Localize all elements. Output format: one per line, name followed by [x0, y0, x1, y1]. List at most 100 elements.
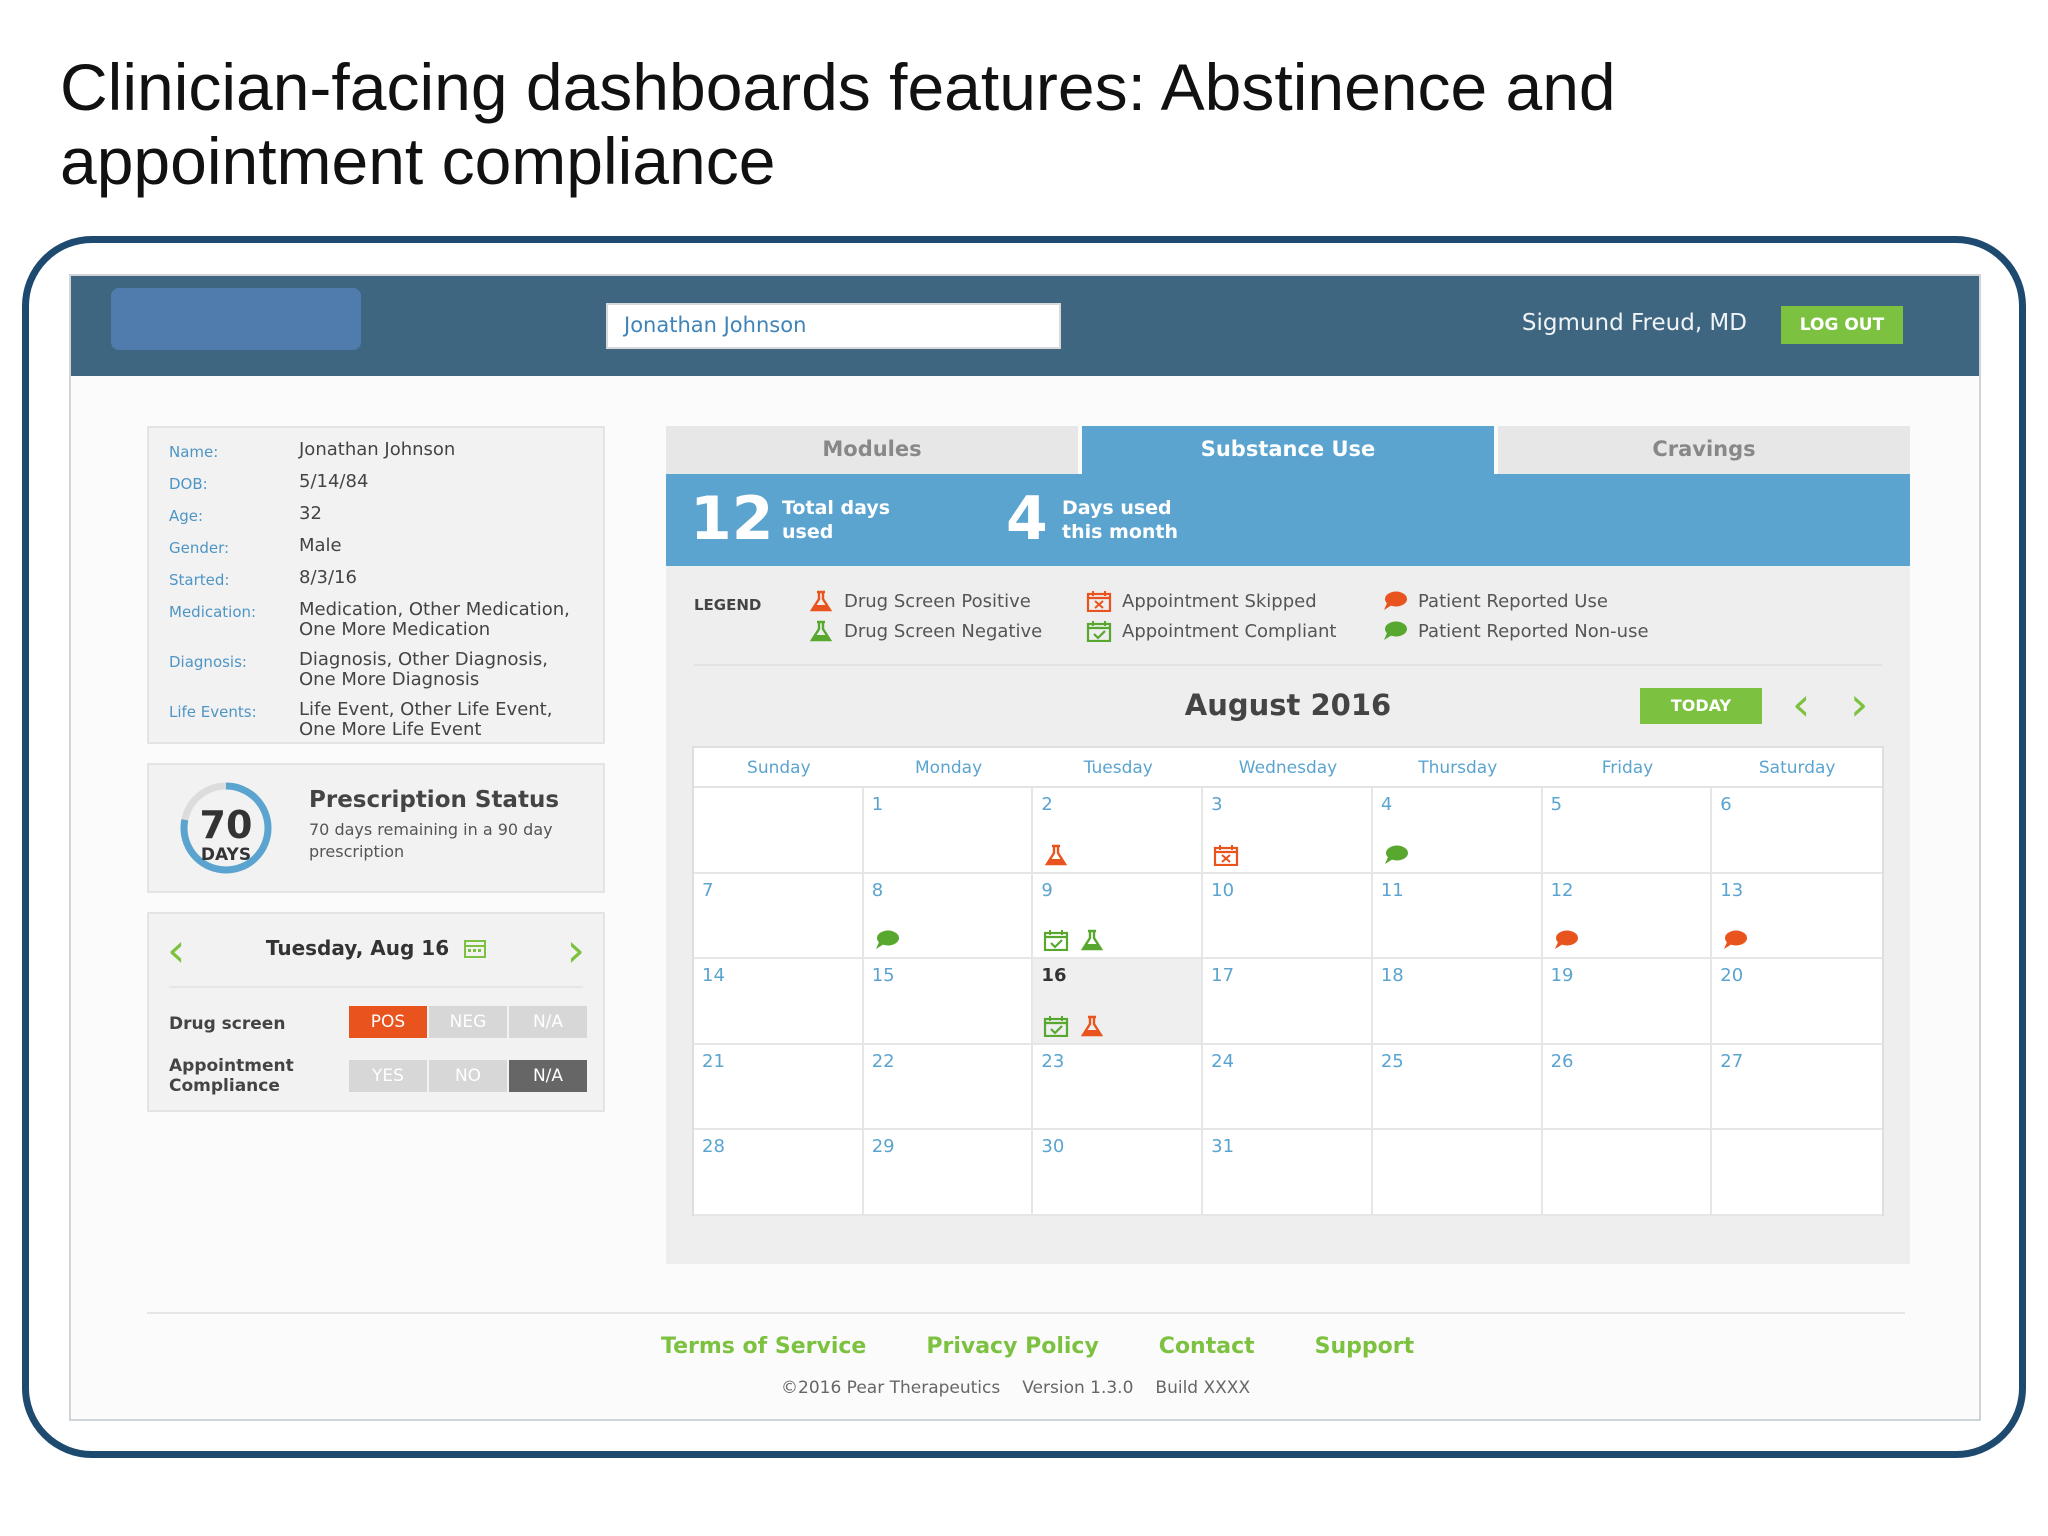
- calendar-day-number: 8: [871, 879, 884, 901]
- calendar-day-number: 24: [1211, 1050, 1235, 1072]
- next-month-chevron-icon[interactable]: ›: [1850, 678, 1868, 730]
- terms-link[interactable]: Terms of Service: [661, 1334, 866, 1359]
- calendar-day-4[interactable]: 4: [1372, 788, 1543, 874]
- month-days-label-line2: this month: [1062, 521, 1179, 543]
- legend-drug-positive-label: Drug Screen Positive: [844, 590, 1031, 612]
- life-events-label: Life Events:: [169, 703, 257, 721]
- calendar-day-25[interactable]: 25: [1372, 1044, 1543, 1131]
- calendar-day-26[interactable]: 26: [1542, 1044, 1713, 1131]
- calendar-day-number: 6: [1720, 794, 1732, 815]
- tab-substance-use[interactable]: Substance Use: [1082, 426, 1494, 474]
- day-event-icons: [1043, 929, 1105, 952]
- next-day-chevron-icon[interactable]: ›: [567, 924, 585, 976]
- calendar-day-11[interactable]: 11: [1372, 873, 1543, 960]
- calendar-day-3[interactable]: 3: [1203, 788, 1373, 874]
- logout-button[interactable]: LOG OUT: [1781, 306, 1903, 344]
- legend-reported-nonuse-label: Patient Reported Non-use: [1418, 620, 1649, 642]
- calendar-day-2[interactable]: 2: [1033, 788, 1204, 874]
- calendar-day-23[interactable]: 23: [1033, 1044, 1204, 1131]
- dashboard-app: Jonathan Johnson Sigmund Freud, MD LOG O…: [69, 274, 1981, 1421]
- support-link[interactable]: Support: [1315, 1334, 1414, 1359]
- drug-screen-na-button[interactable]: N/A: [509, 1006, 587, 1038]
- calendar-day-28[interactable]: 28: [694, 1130, 864, 1216]
- day-event-icons: [1043, 1015, 1105, 1037]
- drug-screen-pos-button[interactable]: POS: [349, 1006, 427, 1038]
- legend-reported-use-label: Patient Reported Use: [1418, 590, 1608, 612]
- total-days-label-line2: used: [782, 521, 834, 543]
- calendar-day-24[interactable]: 24: [1203, 1044, 1373, 1131]
- calendar-day-1[interactable]: 1: [863, 788, 1034, 874]
- slide-title: Clinician-facing dashboards features: Ab…: [60, 50, 1616, 198]
- calendar-day-14[interactable]: 14: [694, 959, 864, 1045]
- calendar-day-number: 30: [1041, 1136, 1065, 1158]
- version-text: Version 1.3.0: [1022, 1378, 1134, 1398]
- day-event-icons: [1722, 929, 1748, 951]
- calendar-day-number: 15: [871, 965, 895, 987]
- calendar-day-number: 21: [702, 1050, 725, 1072]
- footer-links: Terms of Service Privacy Policy Contact …: [661, 1334, 1414, 1359]
- calendar-day-8[interactable]: 8: [863, 873, 1034, 960]
- calendar-day-6[interactable]: 6: [1712, 788, 1882, 874]
- patient-search-input[interactable]: Jonathan Johnson: [606, 303, 1061, 349]
- calendar-day-number: 18: [1380, 965, 1404, 987]
- calendar-day-number: 23: [1041, 1050, 1065, 1072]
- legend-reported-nonuse: Patient Reported Non-use: [1382, 620, 1649, 642]
- top-bar: Jonathan Johnson Sigmund Freud, MD LOG O…: [71, 276, 1979, 376]
- drug-screen-neg-button[interactable]: NEG: [429, 1006, 507, 1038]
- month-days-used-value: 4: [1006, 484, 1048, 554]
- calendar-day-29[interactable]: 29: [863, 1130, 1034, 1216]
- patient-info-card: Name: Jonathan Johnson DOB: 5/14/84 Age: 32…: [147, 426, 605, 744]
- patient-dob: 5/14/84: [299, 471, 369, 492]
- calendar-empty-cell: [1372, 1130, 1543, 1216]
- calendar-icon[interactable]: [464, 938, 487, 958]
- calendar-day-7[interactable]: 7: [694, 873, 864, 960]
- calendar-day-31[interactable]: 31: [1203, 1130, 1373, 1216]
- tab-modules[interactable]: Modules: [666, 426, 1078, 474]
- legend-appointment-compliant-label: Appointment Compliant: [1122, 620, 1337, 642]
- day-event-icons: [1383, 844, 1409, 866]
- bubble-green-icon: [1384, 845, 1408, 864]
- patient-started: 8/3/16: [299, 567, 357, 588]
- drug-screen-label: Drug screen: [169, 1014, 286, 1034]
- contact-link[interactable]: Contact: [1159, 1334, 1255, 1359]
- calendar-day-15[interactable]: 15: [863, 959, 1034, 1045]
- name-label: Name:: [169, 443, 219, 461]
- calendar-day-18[interactable]: 18: [1372, 959, 1543, 1045]
- day-event-icons: [1043, 844, 1069, 866]
- today-button[interactable]: TODAY: [1640, 688, 1762, 724]
- calendar-green-icon: [1044, 930, 1069, 952]
- calendar-day-number: 29: [871, 1136, 895, 1158]
- appointment-no-button[interactable]: NO: [429, 1060, 507, 1092]
- appointment-na-button[interactable]: N/A: [509, 1060, 587, 1092]
- weekday-tuesday: Tuesday: [1083, 758, 1153, 778]
- prescription-title: Prescription Status: [309, 787, 560, 813]
- prev-month-chevron-icon[interactable]: ‹: [1792, 678, 1810, 730]
- flask-green-icon: [809, 620, 833, 642]
- privacy-link[interactable]: Privacy Policy: [926, 1334, 1098, 1359]
- calendar-day-number: 9: [1041, 879, 1053, 901]
- appointment-yes-button[interactable]: YES: [349, 1060, 427, 1092]
- weekday-header: Sunday Monday Tuesday Wednesday Thursday…: [694, 748, 1882, 788]
- calendar-day-10[interactable]: 10: [1203, 873, 1373, 960]
- calendar-day-19[interactable]: 19: [1542, 959, 1713, 1045]
- tab-cravings[interactable]: Cravings: [1498, 426, 1910, 474]
- calendar-day-number: 1: [871, 794, 884, 815]
- calendar-grid: 1 2 3 4 5 6 7 8 9 10 11 12 13 14 15 16 17 18 19 20 21 22 23 24 2…: [694, 788, 1882, 1216]
- total-days-used-label: Total days used: [782, 496, 890, 544]
- calendar-day-13[interactable]: 13: [1712, 874, 1882, 960]
- calendar-day-16[interactable]: 16: [1033, 959, 1204, 1045]
- calendar-day-27[interactable]: 27: [1712, 1045, 1882, 1131]
- copyright-text: ©2016 Pear Therapeutics: [781, 1378, 1001, 1398]
- calendar-day-20[interactable]: 20: [1712, 959, 1882, 1045]
- calendar-day-12[interactable]: 12: [1542, 873, 1713, 960]
- calendar-day-number: 3: [1211, 794, 1223, 815]
- flask-red-icon: [1045, 844, 1068, 865]
- calendar-day-number: 2: [1041, 794, 1053, 815]
- calendar-day-17[interactable]: 17: [1203, 959, 1373, 1045]
- calendar-day-30[interactable]: 30: [1033, 1130, 1204, 1216]
- calendar-day-22[interactable]: 22: [863, 1044, 1034, 1131]
- started-label: Started:: [169, 571, 230, 589]
- calendar-day-21[interactable]: 21: [694, 1044, 864, 1131]
- calendar-day-9[interactable]: 9: [1033, 873, 1204, 960]
- calendar-day-5[interactable]: 5: [1542, 788, 1713, 874]
